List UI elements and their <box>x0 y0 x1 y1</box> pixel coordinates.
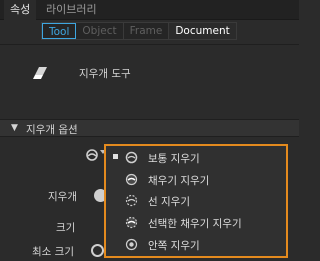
min-size-knob[interactable] <box>91 244 104 257</box>
tab-tool[interactable]: Tool <box>42 23 77 39</box>
tab-frame[interactable]: Frame <box>124 23 170 39</box>
context-tabs: Tool Object Frame Document <box>41 22 237 40</box>
eraser-mode-menu: 보통 지우기 채우기 지우기 선 지우기 선택한 채우기 지우기 안쪽 지우기 <box>104 144 288 258</box>
menu-item-label: 선택한 채우기 지우기 <box>148 218 242 230</box>
erase-fills-icon <box>125 173 138 186</box>
eraser-mode-button[interactable] <box>85 148 101 162</box>
menu-item-label: 보통 지우기 <box>148 153 200 165</box>
min-size-label: 최소 크기 <box>32 246 74 258</box>
eraser-icon <box>33 67 47 79</box>
normal-erase-icon <box>125 151 138 164</box>
erase-selected-fills-icon <box>125 216 138 229</box>
tool-name: 지우개 도구 <box>79 68 131 80</box>
tab-properties[interactable]: 속성 <box>4 0 37 20</box>
tab-library[interactable]: 라이브러리 <box>40 0 103 20</box>
selected-check-icon <box>113 154 118 159</box>
menu-item-erase-inside[interactable]: 안쪽 지우기 <box>106 235 286 255</box>
tab-object[interactable]: Object <box>76 23 124 39</box>
menu-item-normal-erase[interactable]: 보통 지우기 <box>106 148 286 168</box>
eraser-mode-label: 지우개 <box>48 191 77 203</box>
menu-item-erase-fills[interactable]: 채우기 지우기 <box>106 170 286 190</box>
eraser-options-section[interactable]: ▼ 지우개 옵션 <box>0 119 299 137</box>
section-title: 지우개 옵션 <box>26 124 78 136</box>
menu-item-erase-selected-fills[interactable]: 선택한 채우기 지우기 <box>106 213 286 233</box>
menu-item-label: 안쪽 지우기 <box>148 240 200 252</box>
menu-item-erase-lines[interactable]: 선 지우기 <box>106 191 286 211</box>
collapse-caret-icon[interactable]: ▼ <box>11 123 18 133</box>
erase-inside-icon <box>125 238 138 251</box>
tab-document[interactable]: Document <box>169 23 236 39</box>
size-label: 크기 <box>56 222 76 234</box>
panel-tab-bar: 속성 라이브러리 <box>0 0 299 20</box>
menu-item-label: 선 지우기 <box>148 196 190 208</box>
erase-lines-icon <box>125 194 138 207</box>
divider <box>0 44 299 45</box>
menu-item-label: 채우기 지우기 <box>148 175 210 187</box>
